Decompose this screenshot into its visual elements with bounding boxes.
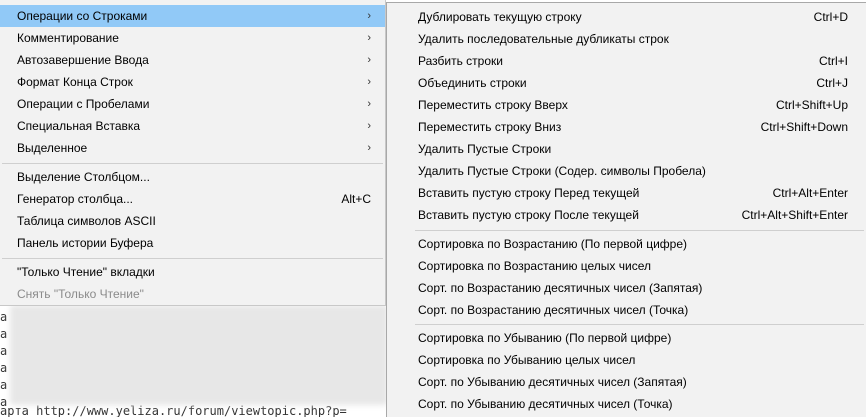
menu-item-label: Операции со Строками	[17, 9, 148, 23]
menu-item-label: Панель истории Буфера	[17, 236, 154, 250]
menu-item-sort-desc-decimal-dot[interactable]: Сорт. по Убыванию десятичных чисел (Точк…	[387, 393, 866, 415]
menu-item-label: Сорт. по Убыванию десятичных чисел (Точк…	[418, 397, 673, 411]
menu-item-sort-desc-lexico[interactable]: Сортировка по Убыванию (По первой цифре)	[387, 327, 866, 349]
editor-line: a	[0, 378, 8, 392]
menu-item-remove-consecutive-duplicates[interactable]: Удалить последовательные дубликаты строк	[387, 28, 866, 50]
menu-item-autocomplete[interactable]: Автозавершение Ввода ›	[0, 49, 385, 71]
menu-separator	[415, 230, 864, 231]
chevron-right-icon: ›	[367, 76, 371, 88]
menu-item-shortcut: Ctrl+Shift+Down	[760, 120, 848, 134]
menu-item-label: Автозавершение Ввода	[17, 53, 149, 67]
chevron-right-icon: ›	[367, 10, 371, 22]
menu-item-blank-operations[interactable]: Операции с Пробелами ›	[0, 93, 385, 115]
menu-item-shortcut: Ctrl+Alt+Enter	[772, 186, 848, 200]
chevron-right-icon: ›	[367, 98, 371, 110]
menu-separator	[2, 163, 383, 164]
menu-item-label: Удалить Пустые Строки (Содер. символы Пр…	[418, 164, 706, 178]
menu-item-label: Объединить строки	[418, 76, 527, 90]
menu-item-move-line-up[interactable]: Переместить строку Вверх Ctrl+Shift+Up	[387, 94, 866, 116]
menu-item-eol-format[interactable]: Формат Конца Строк ›	[0, 71, 385, 93]
editor-line: a	[0, 344, 8, 358]
menu-item-label: Разбить строки	[418, 54, 503, 68]
menu-item-shortcut: Alt+C	[341, 192, 371, 206]
chevron-right-icon: ›	[367, 120, 371, 132]
menu-item-shortcut: Ctrl+I	[818, 54, 848, 68]
menu-item-label: Таблица символов ASCII	[17, 214, 156, 228]
menu-item-label: Вставить пустую строку После текущей	[418, 208, 639, 222]
menu-item-label: Сортировка по Возрастанию (По первой циф…	[418, 237, 688, 251]
menu-item-shortcut: Ctrl+Alt+Shift+Enter	[741, 208, 848, 222]
menu-item-duplicate-line[interactable]: Дублировать текущую строку Ctrl+D	[387, 6, 866, 28]
menu-item-label: Сорт. по Убыванию десятичных чисел (Запя…	[418, 375, 687, 389]
menu-item-insert-blank-line-above[interactable]: Вставить пустую строку Перед текущей Ctr…	[387, 182, 866, 204]
menu-item-ascii-table[interactable]: Таблица символов ASCII	[0, 210, 385, 232]
menu-item-label: Снять "Только Чтение"	[17, 287, 144, 301]
menu-item-column-editor[interactable]: Генератор столбца... Alt+C	[0, 188, 385, 210]
chevron-right-icon: ›	[367, 54, 371, 66]
menu-item-line-operations[interactable]: Операции со Строками ›	[0, 5, 385, 27]
menu-item-label: Выделение Столбцом...	[17, 170, 150, 184]
menu-item-label: Специальная Вставка	[17, 119, 141, 133]
menu-item-label: Переместить строку Вверх	[418, 98, 568, 112]
editor-line: a	[0, 327, 8, 341]
menu-item-shortcut: Ctrl+Shift+Up	[775, 98, 848, 112]
redacted-blur	[10, 305, 386, 405]
menu-item-join-lines[interactable]: Объединить строки Ctrl+J	[387, 72, 866, 94]
menu-item-remove-empty-lines[interactable]: Удалить Пустые Строки	[387, 138, 866, 160]
menu-item-shortcut: Ctrl+D	[813, 10, 848, 24]
menu-item-commenting[interactable]: Комментирование ›	[0, 27, 385, 49]
menu-item-label: Удалить последовательные дубликаты строк	[418, 32, 669, 46]
menu-item-label: Операции с Пробелами	[17, 97, 150, 111]
menu-item-label: Выделенное	[17, 141, 88, 155]
editor-area[interactable]: a a a a a a арта http://www.yeliza.ru/fo…	[0, 300, 386, 417]
menu-item-label: Сорт. по Возрастанию десятичных чисел (З…	[418, 281, 703, 295]
menu-item-label: Вставить пустую строку Перед текущей	[418, 186, 640, 200]
edit-submenu: Операции со Строками › Комментирование ›…	[0, 0, 386, 306]
menu-item-sort-asc-lexico[interactable]: Сортировка по Возрастанию (По первой циф…	[387, 233, 866, 255]
menu-item-label: Комментирование	[17, 31, 119, 45]
menu-item-label: Удалить Пустые Строки	[418, 142, 552, 156]
menu-item-paste-special[interactable]: Специальная Вставка ›	[0, 115, 385, 137]
menu-item-label: Сортировка по Убыванию (По первой цифре)	[418, 331, 672, 345]
menu-item-shortcut: Ctrl+J	[816, 76, 848, 90]
menu-item-clear-read-only: Снять "Только Чтение"	[0, 283, 385, 305]
menu-item-label: "Только Чтение" вкладки	[17, 265, 155, 279]
chevron-right-icon: ›	[367, 32, 371, 44]
menu-item-on-selection[interactable]: Выделенное ›	[0, 137, 385, 159]
menu-item-column-mode[interactable]: Выделение Столбцом...	[0, 166, 385, 188]
menu-item-sort-asc-decimal-dot[interactable]: Сорт. по Возрастанию десятичных чисел (Т…	[387, 299, 866, 321]
chevron-right-icon: ›	[367, 142, 371, 154]
menu-item-remove-empty-lines-with-blanks[interactable]: Удалить Пустые Строки (Содер. символы Пр…	[387, 160, 866, 182]
menu-item-split-lines[interactable]: Разбить строки Ctrl+I	[387, 50, 866, 72]
menu-item-insert-blank-line-below[interactable]: Вставить пустую строку После текущей Ctr…	[387, 204, 866, 226]
menu-item-label: Генератор столбца...	[17, 192, 133, 206]
menu-item-label: Переместить строку Вниз	[418, 120, 562, 134]
menu-item-sort-desc-integer[interactable]: Сортировка по Убыванию целых чисел	[387, 349, 866, 371]
editor-line: a	[0, 361, 8, 375]
menu-item-label: Дублировать текущую строку	[418, 10, 582, 24]
menu-item-clipboard-history[interactable]: Панель истории Буфера	[0, 232, 385, 254]
menu-item-move-line-down[interactable]: Переместить строку Вниз Ctrl+Shift+Down	[387, 116, 866, 138]
menu-item-sort-desc-decimal-comma[interactable]: Сорт. по Убыванию десятичных чисел (Запя…	[387, 371, 866, 393]
menu-item-sort-asc-decimal-comma[interactable]: Сорт. по Возрастанию десятичных чисел (З…	[387, 277, 866, 299]
menu-item-label: Сорт. по Возрастанию десятичных чисел (Т…	[418, 303, 689, 317]
menu-separator	[2, 258, 383, 259]
menu-item-set-read-only[interactable]: "Только Чтение" вкладки	[0, 261, 385, 283]
menu-item-label: Сортировка по Возрастанию целых чисел	[418, 259, 651, 273]
menu-item-label: Сортировка по Убыванию целых чисел	[418, 353, 636, 367]
menu-item-label: Формат Конца Строк	[17, 75, 133, 89]
menu-separator	[415, 324, 864, 325]
menu-item-sort-asc-integer[interactable]: Сортировка по Возрастанию целых чисел	[387, 255, 866, 277]
editor-line: a	[0, 310, 8, 324]
line-operations-submenu: Дублировать текущую строку Ctrl+D Удалит…	[386, 2, 866, 417]
editor-line-url: арта http://www.yeliza.ru/forum/viewtopi…	[0, 404, 347, 417]
